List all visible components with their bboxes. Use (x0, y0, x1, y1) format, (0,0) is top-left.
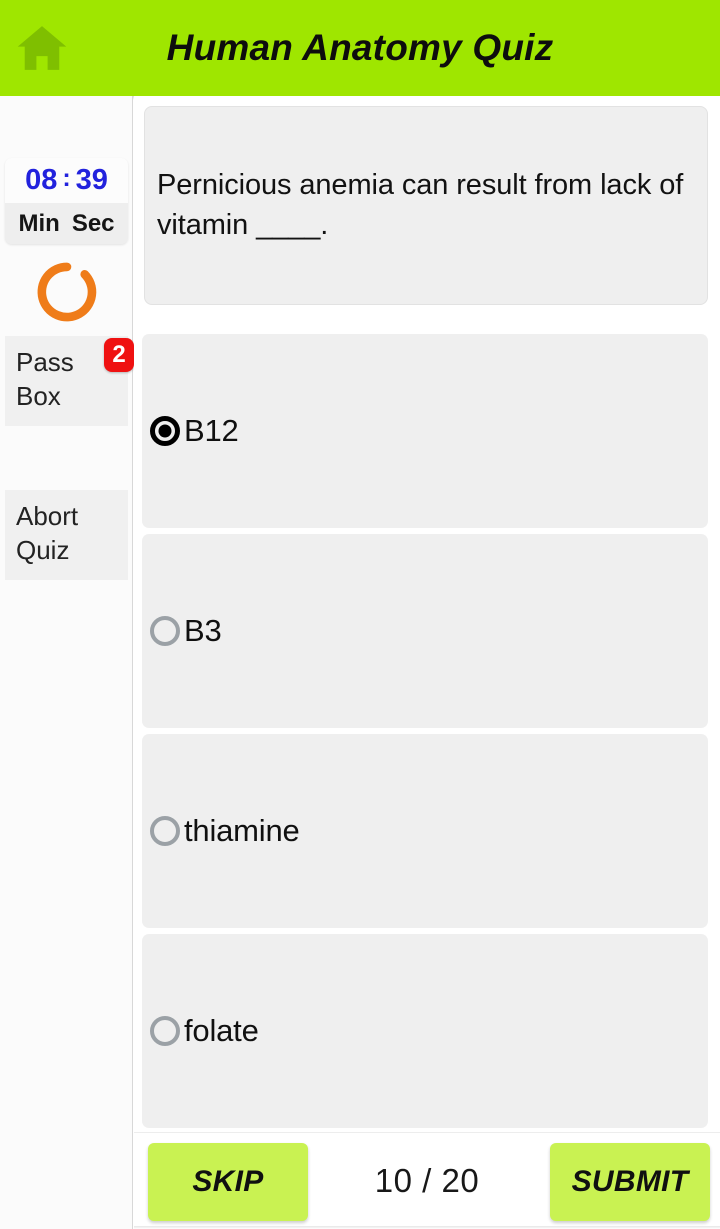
abort-quiz-label: Abort Quiz (16, 501, 79, 565)
sidebar-item-abort-quiz[interactable]: Abort Quiz (5, 490, 128, 580)
submit-button[interactable]: SUBMIT (550, 1143, 710, 1221)
answer-option-2[interactable]: thiamine (142, 734, 708, 928)
answer-option-3[interactable]: folate (142, 934, 708, 1128)
pass-box-badge: 2 (104, 338, 134, 372)
loading-spinner-wrapper (0, 251, 133, 333)
timer-separator: : (62, 164, 71, 192)
page-title: Human Anatomy Quiz (166, 27, 554, 68)
timer-labels: Min Sec (5, 203, 128, 244)
loading-spinner-icon (37, 262, 96, 322)
answer-option-label: thiamine (184, 813, 300, 848)
radio-button-icon[interactable] (150, 1016, 180, 1046)
sidebar-item-pass-box[interactable]: Pass Box 2 (5, 336, 134, 426)
quiz-screen: Human Anatomy Quiz 08 : 39 Min Sec Pass … (0, 0, 720, 1229)
app-header: Human Anatomy Quiz (0, 0, 720, 96)
answer-options-list: B12 B3 thiamine folate (142, 334, 710, 1134)
timer-widget: 08 : 39 Min Sec (5, 158, 128, 244)
sidebar: 08 : 39 Min Sec Pass Box 2 Abort Quiz (0, 96, 134, 1229)
radio-button-icon[interactable] (150, 616, 180, 646)
main-content: Pernicious anemia can result from lack o… (134, 96, 720, 1229)
pass-box-label: Pass Box (16, 347, 74, 411)
timer-seconds: 39 (75, 164, 108, 196)
question-text: Pernicious anemia can result from lack o… (157, 169, 684, 241)
timer-minutes: 08 (25, 164, 58, 196)
timer-digits: 08 : 39 (5, 158, 128, 203)
timer-seconds-label: Sec (71, 209, 115, 237)
radio-button-icon[interactable] (150, 816, 180, 846)
answer-option-1[interactable]: B3 (142, 534, 708, 728)
answer-option-0[interactable]: B12 (142, 334, 708, 528)
answer-option-label: B12 (184, 413, 239, 448)
footer-bar: SKIP 10 / 20 SUBMIT (134, 1132, 720, 1229)
timer-minutes-label: Min (18, 209, 60, 237)
answer-option-label: B3 (184, 613, 222, 648)
question-card: Pernicious anemia can result from lack o… (144, 106, 708, 305)
answer-option-label: folate (184, 1013, 259, 1048)
radio-button-selected-icon[interactable] (150, 416, 180, 446)
